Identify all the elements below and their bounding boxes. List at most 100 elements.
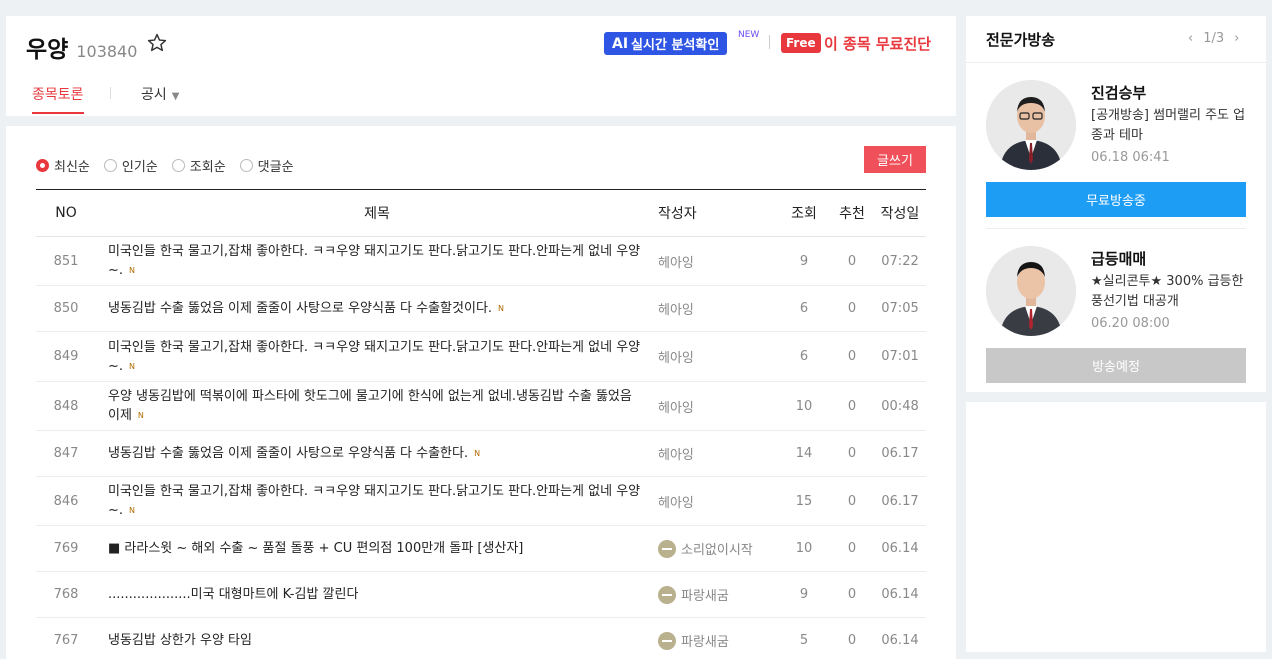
sidebar-title: 전문가방송 [986,31,1056,49]
post-table: NO 제목 작성자 조회 추천 작성일 851 미국인들 한국 물고기,잡채 좋아… [36,189,926,659]
post-title[interactable]: 미국인들 한국 물고기,잡채 좋아한다. ㅋㅋ우양 돼지고기도 판다.닭고기도 … [108,484,640,518]
post-title[interactable]: 냉동김밥 수출 뚫었음 이제 줄줄이 사탕으로 우양식품 다 수출한다. [108,446,468,461]
tab-divider [110,87,111,99]
sort-popular[interactable]: 인기순 [103,156,158,175]
post-date: 07:01 [874,331,926,382]
table-row[interactable]: 767 냉동김밥 상한가 우양 타임 파랑새굼 5 0 06.14 [36,617,926,659]
author[interactable]: 헤아잉 [658,492,778,511]
table-row[interactable]: 850 냉동김밥 수출 뚫었음 이제 줄줄이 사탕으로 우양식품 다 수출할것이다… [36,285,926,332]
sort-label: 인기순 [121,160,158,175]
col-recommends: 추천 [830,189,874,237]
sort-latest[interactable]: 최신순 [36,156,90,175]
author-name: 헤아잉 [658,400,694,416]
table-row[interactable]: 846 미국인들 한국 물고기,잡채 좋아한다. ㅋㅋ우양 돼지고기도 판다.닭고… [36,476,926,526]
author-cell: 헤아잉 [658,331,778,382]
table-header: NO 제목 작성자 조회 추천 작성일 [36,189,926,237]
post-number: 767 [36,617,96,659]
post-title[interactable]: 미국인들 한국 물고기,잡채 좋아한다. ㅋㅋ우양 돼지고기도 판다.닭고기도 … [108,244,640,278]
author[interactable]: 파랑새굼 [658,585,778,604]
post-title-cell[interactable]: 냉동김밥 수출 뚫었음 이제 줄줄이 사탕으로 우양식품 다 수출한다. N [96,430,658,477]
tab-notice[interactable]: 공시 ▼ [141,84,179,104]
author-name: 헤아잉 [658,351,694,366]
post-title-cell[interactable]: 미국인들 한국 물고기,잡채 좋아한다. ㅋㅋ우양 돼지고기도 판다.닭고기도 … [96,331,658,382]
avatar [986,246,1076,336]
free-broadcast-button[interactable]: 무료방송중 [986,182,1246,217]
table-row[interactable]: 768 ....................미국 대형마트에 K-김밥 깔린다… [36,571,926,618]
col-no: NO [36,189,96,237]
table-row[interactable]: 847 냉동김밥 수출 뚫었음 이제 줄줄이 사탕으로 우양식품 다 수출한다. N… [36,430,926,477]
expert-description: ★실리콘투★ 300% 급등한 풍선기법 대공개 [1091,274,1244,309]
radio-icon [103,159,117,172]
chevron-left-icon[interactable]: ‹ [1188,31,1193,46]
recommend-count: 0 [830,381,874,431]
post-title-cell[interactable]: 냉동김밥 상한가 우양 타임 [96,617,658,659]
author[interactable]: 헤아잉 [658,444,778,463]
author-cell: 헤아잉 [658,430,778,477]
new-mark: N [474,449,481,458]
table-row[interactable]: 769 ■ 라라스윗 ~ 해외 수출 ~ 품절 돌풍 + CU 편의점 100만개… [36,525,926,572]
post-date: 06.17 [874,476,926,526]
col-date: 작성일 [874,189,926,237]
post-date: 06.14 [874,571,926,618]
person-icon [986,80,1076,170]
post-title[interactable]: ....................미국 대형마트에 K-김밥 깔린다 [108,587,358,602]
author[interactable]: 파랑새굼 [658,631,778,650]
member-level-icon [658,631,676,650]
free-diagnosis-link[interactable]: 이 종목 무료진단 [824,33,931,54]
ai-prefix: AI [612,35,629,52]
new-mark: N [498,304,505,313]
table-row[interactable]: 851 미국인들 한국 물고기,잡채 좋아한다. ㅋㅋ우양 돼지고기도 판다.닭고… [36,236,926,286]
author[interactable]: 헤아잉 [658,397,778,416]
post-title[interactable]: 냉동김밥 상한가 우양 타임 [108,633,252,648]
star-icon[interactable] [146,32,168,54]
expert-card[interactable]: 급등매매 ★실리콘투★ 300% 급등한 풍선기법 대공개 06.20 08:0… [986,246,1246,346]
post-title-cell[interactable]: 냉동김밥 수출 뚫었음 이제 줄줄이 사탕으로 우양식품 다 수출할것이다. N [96,285,658,332]
discussion-board: 최신순 인기순 조회순 댓글순 글쓰기 NO 제목 작성자 조회 추천 작성일 … [6,126,956,659]
write-button[interactable]: 글쓰기 [864,146,926,173]
table-row[interactable]: 849 미국인들 한국 물고기,잡채 좋아한다. ㅋㅋ우양 돼지고기도 판다.닭고… [36,331,926,382]
post-title[interactable]: ■ 라라스윗 ~ 해외 수출 ~ 품절 돌풍 + CU 편의점 100만개 돌파… [108,541,523,556]
expert-card[interactable]: 진검승부 [공개방송] 썸머랠리 주도 업종과 테마 06.18 06:41 [986,80,1246,180]
table-row[interactable]: 848 우양 냉동김밥에 떡볶이에 파스타에 핫도그에 물고기에 한식에 없는게 … [36,381,926,431]
author-name: 헤아잉 [658,448,694,463]
scheduled-broadcast-button[interactable]: 방송예정 [986,348,1246,383]
author[interactable]: 헤아잉 [658,299,778,318]
author-name: 헤아잉 [658,495,694,511]
post-title[interactable]: 우양 냉동김밥에 떡볶이에 파스타에 핫도그에 물고기에 한식에 없는게 없네.… [108,389,632,423]
member-level-icon [658,585,676,604]
chevron-right-icon[interactable]: › [1234,31,1239,46]
author[interactable]: 헤아잉 [658,347,778,366]
post-title-cell[interactable]: 미국인들 한국 물고기,잡채 좋아한다. ㅋㅋ우양 돼지고기도 판다.닭고기도 … [96,236,658,286]
post-title[interactable]: 냉동김밥 수출 뚫었음 이제 줄줄이 사탕으로 우양식품 다 수출할것이다. [108,301,492,316]
post-title-cell[interactable]: ■ 라라스윗 ~ 해외 수출 ~ 품절 돌풍 + CU 편의점 100만개 돌파… [96,525,658,572]
view-count: 10 [778,381,830,431]
sort-comments[interactable]: 댓글순 [239,156,294,175]
post-title[interactable]: 미국인들 한국 물고기,잡채 좋아한다. ㅋㅋ우양 돼지고기도 판다.닭고기도 … [108,340,640,374]
expert-time: 06.18 06:41 [1091,150,1170,165]
author-name: 헤아잉 [658,303,694,318]
avatar [986,80,1076,170]
post-date: 06.17 [874,430,926,477]
post-number: 847 [36,430,96,477]
expert-name: 급등매매 [1091,250,1147,268]
sort-views[interactable]: 조회순 [171,156,226,175]
person-icon [986,246,1076,336]
sidebar-pager: ‹ 1/3 › [1188,31,1239,46]
expert-time: 06.20 08:00 [1091,316,1170,331]
author-cell: 헤아잉 [658,381,778,431]
tab-discussion[interactable]: 종목토론 [32,84,84,114]
post-title-cell[interactable]: 우양 냉동김밥에 떡볶이에 파스타에 핫도그에 물고기에 한식에 없는게 없네.… [96,381,658,431]
author-name: 파랑새굼 [681,589,729,604]
ai-analysis-button[interactable]: AI 실시간 분석확인 [604,32,728,55]
view-count: 15 [778,476,830,526]
recommend-count: 0 [830,525,874,572]
post-date: 06.14 [874,525,926,572]
post-title-cell[interactable]: ....................미국 대형마트에 K-김밥 깔린다 [96,571,658,618]
author-cell: 파랑새굼 [658,571,778,618]
stock-title: 우양 103840 [26,30,137,64]
author[interactable]: 헤아잉 [658,252,778,271]
post-title-cell[interactable]: 미국인들 한국 물고기,잡채 좋아한다. ㅋㅋ우양 돼지고기도 판다.닭고기도 … [96,476,658,526]
author[interactable]: 소리없이시작 [658,539,778,558]
sidebar-ad-area [966,402,1266,652]
new-tag: NEW [738,30,760,40]
